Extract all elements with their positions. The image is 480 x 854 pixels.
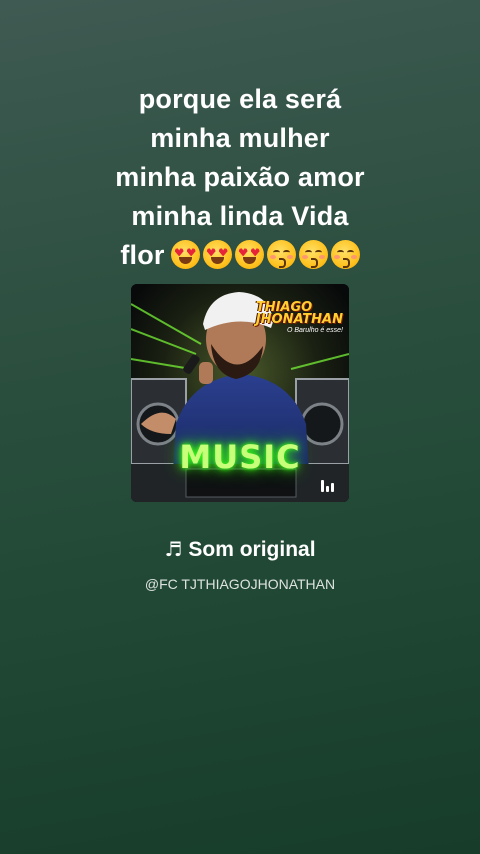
- caption-line-last: flor: [40, 236, 440, 275]
- heart-eyes-emoji-icon: [170, 240, 200, 270]
- video-caption: porque ela será minha mulher minha paixã…: [40, 80, 440, 275]
- sound-title: Som original: [188, 538, 316, 561]
- heart-eyes-emoji-icon: [234, 240, 264, 270]
- album-cover[interactable]: THIAGO JHONATHAN O Barulho é esse! MUSIC: [131, 284, 349, 502]
- music-note-icon: ♬: [164, 537, 183, 561]
- kissing-emoji-icon: [298, 240, 328, 270]
- cover-tagline: O Barulho é esse!: [286, 327, 343, 334]
- audio-bars-icon: [321, 478, 337, 492]
- emoji-row: [170, 240, 360, 270]
- caption-line: minha mulher: [150, 123, 330, 153]
- kissing-emoji-icon: [330, 240, 360, 270]
- cover-music-label: MUSIC: [179, 438, 301, 476]
- caption-line: minha paixão amor: [115, 162, 365, 192]
- caption-text: flor: [120, 240, 165, 270]
- sound-title-link[interactable]: ♬ Som original: [0, 537, 480, 562]
- artist-name-line2: JHONATHAN: [255, 312, 343, 327]
- cover-artist-name: THIAGO JHONATHAN: [255, 301, 343, 327]
- caption-line: porque ela será: [138, 84, 342, 114]
- sound-author-link[interactable]: @FC TJTHIAGOJHONATHAN: [0, 576, 480, 592]
- kissing-emoji-icon: [266, 240, 296, 270]
- caption-line: minha linda Vida: [131, 201, 349, 231]
- heart-eyes-emoji-icon: [202, 240, 232, 270]
